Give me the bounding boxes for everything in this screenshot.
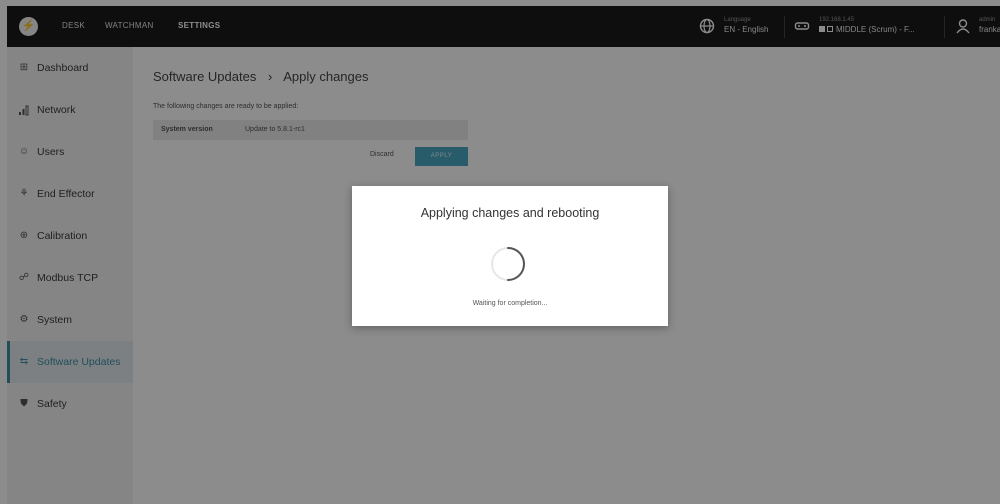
- dialog-status-text: Waiting for completion...: [472, 300, 548, 307]
- loading-spinner-icon: [491, 247, 525, 281]
- dialog-title: Applying changes and rebooting: [420, 206, 600, 220]
- reboot-dialog: Applying changes and rebooting Waiting f…: [352, 186, 668, 326]
- app-window: ⚡ DESK WATCHMAN SETTINGS Language EN - E…: [0, 0, 1000, 504]
